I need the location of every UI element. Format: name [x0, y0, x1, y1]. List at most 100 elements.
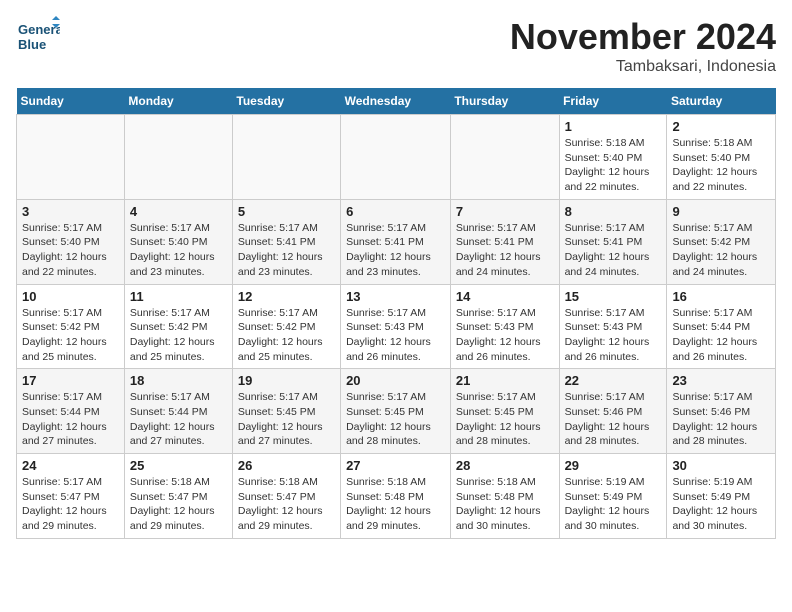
calendar-cell: 3 Sunrise: 5:17 AM Sunset: 5:40 PM Daylig… [17, 199, 125, 284]
day-info: Sunrise: 5:17 AM Sunset: 5:41 PM Dayligh… [565, 221, 662, 280]
day-info: Sunrise: 5:17 AM Sunset: 5:41 PM Dayligh… [456, 221, 554, 280]
day-number: 12 [238, 289, 335, 304]
calendar-cell: 22 Sunrise: 5:17 AM Sunset: 5:46 PM Dayli… [559, 369, 667, 454]
day-number: 2 [672, 119, 770, 134]
day-info: Sunrise: 5:17 AM Sunset: 5:42 PM Dayligh… [130, 306, 227, 365]
calendar-cell: 25Sunrise: 5:18 AM Sunset: 5:47 PM Dayli… [124, 454, 232, 539]
day-info: Sunrise: 5:17 AM Sunset: 5:42 PM Dayligh… [672, 221, 770, 280]
day-info: Sunrise: 5:17 AM Sunset: 5:43 PM Dayligh… [456, 306, 554, 365]
day-header-monday: Monday [124, 88, 232, 115]
location-subtitle: Tambaksari, Indonesia [510, 58, 776, 76]
calendar-cell: 2 Sunrise: 5:18 AM Sunset: 5:40 PM Daylig… [667, 115, 776, 200]
day-info: Sunrise: 5:17 AM Sunset: 5:41 PM Dayligh… [346, 221, 445, 280]
day-info: Sunrise: 5:17 AM Sunset: 5:44 PM Dayligh… [130, 390, 227, 449]
calendar-cell [124, 115, 232, 200]
day-number: 30 [672, 458, 770, 473]
calendar-cell [232, 115, 340, 200]
day-number: 19 [238, 373, 335, 388]
day-info: Sunrise: 5:17 AM Sunset: 5:45 PM Dayligh… [346, 390, 445, 449]
day-number: 11 [130, 289, 227, 304]
day-info: Sunrise: 5:17 AM Sunset: 5:41 PM Dayligh… [238, 221, 335, 280]
day-number: 16 [672, 289, 770, 304]
day-number: 23 [672, 373, 770, 388]
day-info: Sunrise: 5:17 AM Sunset: 5:45 PM Dayligh… [456, 390, 554, 449]
day-number: 15 [565, 289, 662, 304]
svg-text:Blue: Blue [18, 37, 46, 52]
calendar-cell: 30Sunrise: 5:19 AM Sunset: 5:49 PM Dayli… [667, 454, 776, 539]
day-number: 21 [456, 373, 554, 388]
calendar-cell: 4 Sunrise: 5:17 AM Sunset: 5:40 PM Daylig… [124, 199, 232, 284]
calendar-cell [341, 115, 451, 200]
day-number: 7 [456, 204, 554, 219]
logo-svg: General Blue [16, 16, 60, 60]
week-row-4: 17 Sunrise: 5:17 AM Sunset: 5:44 PM Dayli… [17, 369, 776, 454]
day-info: Sunrise: 5:18 AM Sunset: 5:48 PM Dayligh… [346, 475, 445, 534]
day-info: Sunrise: 5:17 AM Sunset: 5:46 PM Dayligh… [672, 390, 770, 449]
calendar-cell: 8 Sunrise: 5:17 AM Sunset: 5:41 PM Daylig… [559, 199, 667, 284]
day-number: 24 [22, 458, 119, 473]
day-number: 6 [346, 204, 445, 219]
calendar-cell: 9 Sunrise: 5:17 AM Sunset: 5:42 PM Daylig… [667, 199, 776, 284]
day-header-thursday: Thursday [450, 88, 559, 115]
day-number: 20 [346, 373, 445, 388]
days-header-row: SundayMondayTuesdayWednesdayThursdayFrid… [17, 88, 776, 115]
day-info: Sunrise: 5:17 AM Sunset: 5:40 PM Dayligh… [130, 221, 227, 280]
calendar-cell: 17Sunrise: 5:17 AM Sunset: 5:44 PM Dayli… [17, 369, 125, 454]
week-row-3: 10 Sunrise: 5:17 AM Sunset: 5:42 PM Dayli… [17, 284, 776, 369]
day-number: 9 [672, 204, 770, 219]
calendar-cell: 7 Sunrise: 5:17 AM Sunset: 5:41 PM Daylig… [450, 199, 559, 284]
page-header: General Blue November 2024 Tambaksari, I… [16, 16, 776, 76]
calendar-cell: 6 Sunrise: 5:17 AM Sunset: 5:41 PM Daylig… [341, 199, 451, 284]
week-row-5: 24Sunrise: 5:17 AM Sunset: 5:47 PM Dayli… [17, 454, 776, 539]
day-number: 17 [22, 373, 119, 388]
day-number: 22 [565, 373, 662, 388]
month-year-title: November 2024 [510, 16, 776, 58]
day-info: Sunrise: 5:18 AM Sunset: 5:48 PM Dayligh… [456, 475, 554, 534]
calendar-cell: 19 Sunrise: 5:17 AM Sunset: 5:45 PM Dayli… [232, 369, 340, 454]
day-header-wednesday: Wednesday [341, 88, 451, 115]
day-number: 27 [346, 458, 445, 473]
calendar-cell: 28 Sunrise: 5:18 AM Sunset: 5:48 PM Dayli… [450, 454, 559, 539]
week-row-1: 1 Sunrise: 5:18 AM Sunset: 5:40 PM Daylig… [17, 115, 776, 200]
calendar-cell: 27 Sunrise: 5:18 AM Sunset: 5:48 PM Dayli… [341, 454, 451, 539]
day-number: 13 [346, 289, 445, 304]
day-header-saturday: Saturday [667, 88, 776, 115]
calendar-table: SundayMondayTuesdayWednesdayThursdayFrid… [16, 88, 776, 539]
day-header-friday: Friday [559, 88, 667, 115]
day-info: Sunrise: 5:17 AM Sunset: 5:40 PM Dayligh… [22, 221, 119, 280]
day-info: Sunrise: 5:18 AM Sunset: 5:40 PM Dayligh… [672, 136, 770, 195]
day-number: 14 [456, 289, 554, 304]
day-info: Sunrise: 5:18 AM Sunset: 5:47 PM Dayligh… [238, 475, 335, 534]
day-header-tuesday: Tuesday [232, 88, 340, 115]
calendar-cell: 14 Sunrise: 5:17 AM Sunset: 5:43 PM Dayli… [450, 284, 559, 369]
title-area: November 2024 Tambaksari, Indonesia [510, 16, 776, 76]
calendar-cell: 20 Sunrise: 5:17 AM Sunset: 5:45 PM Dayli… [341, 369, 451, 454]
day-number: 4 [130, 204, 227, 219]
calendar-cell: 10 Sunrise: 5:17 AM Sunset: 5:42 PM Dayli… [17, 284, 125, 369]
calendar-cell: 26 Sunrise: 5:18 AM Sunset: 5:47 PM Dayli… [232, 454, 340, 539]
day-info: Sunrise: 5:19 AM Sunset: 5:49 PM Dayligh… [565, 475, 662, 534]
day-number: 26 [238, 458, 335, 473]
day-number: 28 [456, 458, 554, 473]
day-number: 29 [565, 458, 662, 473]
calendar-cell: 23 Sunrise: 5:17 AM Sunset: 5:46 PM Dayli… [667, 369, 776, 454]
day-number: 3 [22, 204, 119, 219]
calendar-cell: 29 Sunrise: 5:19 AM Sunset: 5:49 PM Dayli… [559, 454, 667, 539]
day-header-sunday: Sunday [17, 88, 125, 115]
day-number: 10 [22, 289, 119, 304]
calendar-cell: 11 Sunrise: 5:17 AM Sunset: 5:42 PM Dayli… [124, 284, 232, 369]
calendar-cell: 12Sunrise: 5:17 AM Sunset: 5:42 PM Dayli… [232, 284, 340, 369]
day-info: Sunrise: 5:17 AM Sunset: 5:44 PM Dayligh… [672, 306, 770, 365]
calendar-cell: 21 Sunrise: 5:17 AM Sunset: 5:45 PM Dayli… [450, 369, 559, 454]
day-number: 1 [565, 119, 662, 134]
calendar-cell: 24Sunrise: 5:17 AM Sunset: 5:47 PM Dayli… [17, 454, 125, 539]
day-info: Sunrise: 5:17 AM Sunset: 5:45 PM Dayligh… [238, 390, 335, 449]
day-info: Sunrise: 5:17 AM Sunset: 5:46 PM Dayligh… [565, 390, 662, 449]
calendar-cell: 5Sunrise: 5:17 AM Sunset: 5:41 PM Daylig… [232, 199, 340, 284]
calendar-cell: 1Sunrise: 5:18 AM Sunset: 5:40 PM Daylig… [559, 115, 667, 200]
day-number: 8 [565, 204, 662, 219]
calendar-cell: 16 Sunrise: 5:17 AM Sunset: 5:44 PM Dayli… [667, 284, 776, 369]
calendar-cell [17, 115, 125, 200]
day-info: Sunrise: 5:17 AM Sunset: 5:42 PM Dayligh… [22, 306, 119, 365]
calendar-cell: 13Sunrise: 5:17 AM Sunset: 5:43 PM Dayli… [341, 284, 451, 369]
